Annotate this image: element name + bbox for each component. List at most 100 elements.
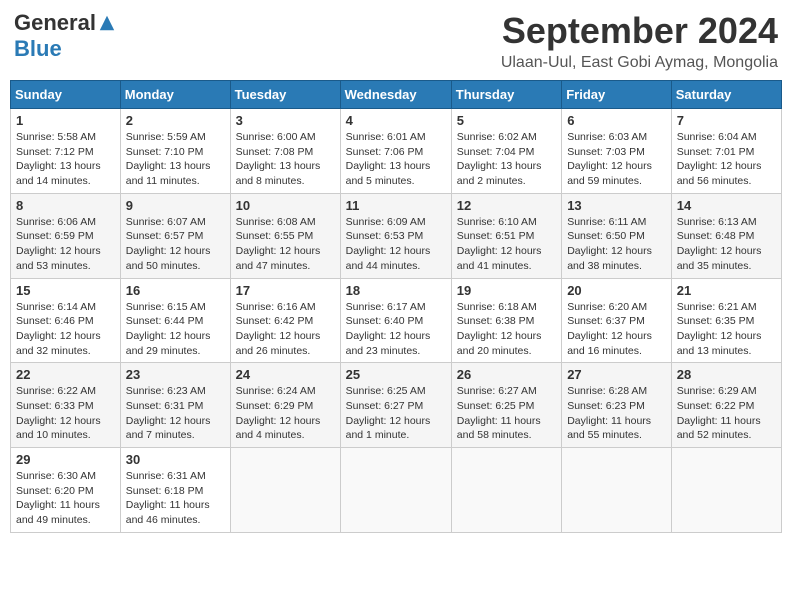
calendar-cell: 24 Sunrise: 6:24 AMSunset: 6:29 PMDaylig… [230,363,340,448]
cell-content: Sunrise: 6:11 AMSunset: 6:50 PMDaylight:… [567,216,652,272]
day-number: 14 [677,198,776,213]
calendar-table: SundayMondayTuesdayWednesdayThursdayFrid… [10,80,782,533]
calendar-cell: 29 Sunrise: 6:30 AMSunset: 6:20 PMDaylig… [11,448,121,533]
calendar-cell: 17 Sunrise: 6:16 AMSunset: 6:42 PMDaylig… [230,278,340,363]
calendar-week-3: 15 Sunrise: 6:14 AMSunset: 6:46 PMDaylig… [11,278,782,363]
calendar-cell: 7 Sunrise: 6:04 AMSunset: 7:01 PMDayligh… [671,109,781,194]
day-number: 24 [236,367,335,382]
calendar-cell: 13 Sunrise: 6:11 AMSunset: 6:50 PMDaylig… [562,193,672,278]
cell-content: Sunrise: 6:09 AMSunset: 6:53 PMDaylight:… [346,216,431,272]
day-number: 22 [16,367,115,382]
logo-triangle-icon [98,14,116,32]
day-number: 2 [126,113,225,128]
day-number: 10 [236,198,335,213]
day-number: 12 [457,198,556,213]
calendar-cell: 25 Sunrise: 6:25 AMSunset: 6:27 PMDaylig… [340,363,451,448]
cell-content: Sunrise: 6:23 AMSunset: 6:31 PMDaylight:… [126,385,211,441]
cell-content: Sunrise: 6:10 AMSunset: 6:51 PMDaylight:… [457,216,542,272]
calendar-cell [671,448,781,533]
calendar-cell: 6 Sunrise: 6:03 AMSunset: 7:03 PMDayligh… [562,109,672,194]
cell-content: Sunrise: 5:58 AMSunset: 7:12 PMDaylight:… [16,131,101,187]
day-number: 17 [236,283,335,298]
day-number: 23 [126,367,225,382]
cell-content: Sunrise: 6:29 AMSunset: 6:22 PMDaylight:… [677,385,761,441]
calendar-cell: 30 Sunrise: 6:31 AMSunset: 6:18 PMDaylig… [120,448,230,533]
cell-content: Sunrise: 6:07 AMSunset: 6:57 PMDaylight:… [126,216,211,272]
day-number: 21 [677,283,776,298]
cell-content: Sunrise: 6:08 AMSunset: 6:55 PMDaylight:… [236,216,321,272]
cell-content: Sunrise: 6:01 AMSunset: 7:06 PMDaylight:… [346,131,431,187]
column-header-friday: Friday [562,81,672,109]
month-title: September 2024 [501,10,778,52]
day-number: 30 [126,452,225,467]
calendar-header-row: SundayMondayTuesdayWednesdayThursdayFrid… [11,81,782,109]
calendar-cell: 15 Sunrise: 6:14 AMSunset: 6:46 PMDaylig… [11,278,121,363]
column-header-tuesday: Tuesday [230,81,340,109]
logo-blue-text: Blue [14,36,62,62]
cell-content: Sunrise: 6:13 AMSunset: 6:48 PMDaylight:… [677,216,762,272]
calendar-week-2: 8 Sunrise: 6:06 AMSunset: 6:59 PMDayligh… [11,193,782,278]
calendar-cell: 9 Sunrise: 6:07 AMSunset: 6:57 PMDayligh… [120,193,230,278]
calendar-week-4: 22 Sunrise: 6:22 AMSunset: 6:33 PMDaylig… [11,363,782,448]
cell-content: Sunrise: 6:16 AMSunset: 6:42 PMDaylight:… [236,301,321,357]
day-number: 11 [346,198,446,213]
calendar-cell: 11 Sunrise: 6:09 AMSunset: 6:53 PMDaylig… [340,193,451,278]
calendar-cell: 12 Sunrise: 6:10 AMSunset: 6:51 PMDaylig… [451,193,561,278]
calendar-cell [340,448,451,533]
calendar-cell: 22 Sunrise: 6:22 AMSunset: 6:33 PMDaylig… [11,363,121,448]
day-number: 3 [236,113,335,128]
day-number: 9 [126,198,225,213]
day-number: 28 [677,367,776,382]
cell-content: Sunrise: 5:59 AMSunset: 7:10 PMDaylight:… [126,131,211,187]
calendar-week-5: 29 Sunrise: 6:30 AMSunset: 6:20 PMDaylig… [11,448,782,533]
calendar-cell: 19 Sunrise: 6:18 AMSunset: 6:38 PMDaylig… [451,278,561,363]
cell-content: Sunrise: 6:00 AMSunset: 7:08 PMDaylight:… [236,131,321,187]
calendar-cell: 1 Sunrise: 5:58 AMSunset: 7:12 PMDayligh… [11,109,121,194]
calendar-cell [562,448,672,533]
calendar-cell: 4 Sunrise: 6:01 AMSunset: 7:06 PMDayligh… [340,109,451,194]
calendar-cell: 3 Sunrise: 6:00 AMSunset: 7:08 PMDayligh… [230,109,340,194]
day-number: 4 [346,113,446,128]
cell-content: Sunrise: 6:14 AMSunset: 6:46 PMDaylight:… [16,301,101,357]
cell-content: Sunrise: 6:31 AMSunset: 6:18 PMDaylight:… [126,470,210,526]
day-number: 7 [677,113,776,128]
calendar-cell: 23 Sunrise: 6:23 AMSunset: 6:31 PMDaylig… [120,363,230,448]
cell-content: Sunrise: 6:15 AMSunset: 6:44 PMDaylight:… [126,301,211,357]
cell-content: Sunrise: 6:17 AMSunset: 6:40 PMDaylight:… [346,301,431,357]
day-number: 25 [346,367,446,382]
day-number: 13 [567,198,666,213]
column-header-sunday: Sunday [11,81,121,109]
day-number: 8 [16,198,115,213]
day-number: 16 [126,283,225,298]
cell-content: Sunrise: 6:27 AMSunset: 6:25 PMDaylight:… [457,385,541,441]
cell-content: Sunrise: 6:28 AMSunset: 6:23 PMDaylight:… [567,385,651,441]
cell-content: Sunrise: 6:24 AMSunset: 6:29 PMDaylight:… [236,385,321,441]
logo-general-text: General [14,10,96,36]
calendar-cell: 10 Sunrise: 6:08 AMSunset: 6:55 PMDaylig… [230,193,340,278]
day-number: 19 [457,283,556,298]
calendar-cell: 20 Sunrise: 6:20 AMSunset: 6:37 PMDaylig… [562,278,672,363]
day-number: 26 [457,367,556,382]
calendar-cell [451,448,561,533]
column-header-wednesday: Wednesday [340,81,451,109]
cell-content: Sunrise: 6:20 AMSunset: 6:37 PMDaylight:… [567,301,652,357]
cell-content: Sunrise: 6:22 AMSunset: 6:33 PMDaylight:… [16,385,101,441]
day-number: 15 [16,283,115,298]
logo: General Blue [14,10,116,62]
column-header-saturday: Saturday [671,81,781,109]
calendar-cell: 14 Sunrise: 6:13 AMSunset: 6:48 PMDaylig… [671,193,781,278]
calendar-cell: 27 Sunrise: 6:28 AMSunset: 6:23 PMDaylig… [562,363,672,448]
calendar-cell: 8 Sunrise: 6:06 AMSunset: 6:59 PMDayligh… [11,193,121,278]
day-number: 27 [567,367,666,382]
cell-content: Sunrise: 6:06 AMSunset: 6:59 PMDaylight:… [16,216,101,272]
day-number: 5 [457,113,556,128]
column-header-thursday: Thursday [451,81,561,109]
day-number: 6 [567,113,666,128]
cell-content: Sunrise: 6:18 AMSunset: 6:38 PMDaylight:… [457,301,542,357]
location-title: Ulaan-Uul, East Gobi Aymag, Mongolia [501,54,778,72]
cell-content: Sunrise: 6:21 AMSunset: 6:35 PMDaylight:… [677,301,762,357]
calendar-cell: 5 Sunrise: 6:02 AMSunset: 7:04 PMDayligh… [451,109,561,194]
title-block: September 2024 Ulaan-Uul, East Gobi Ayma… [501,10,778,72]
day-number: 18 [346,283,446,298]
calendar-week-1: 1 Sunrise: 5:58 AMSunset: 7:12 PMDayligh… [11,109,782,194]
